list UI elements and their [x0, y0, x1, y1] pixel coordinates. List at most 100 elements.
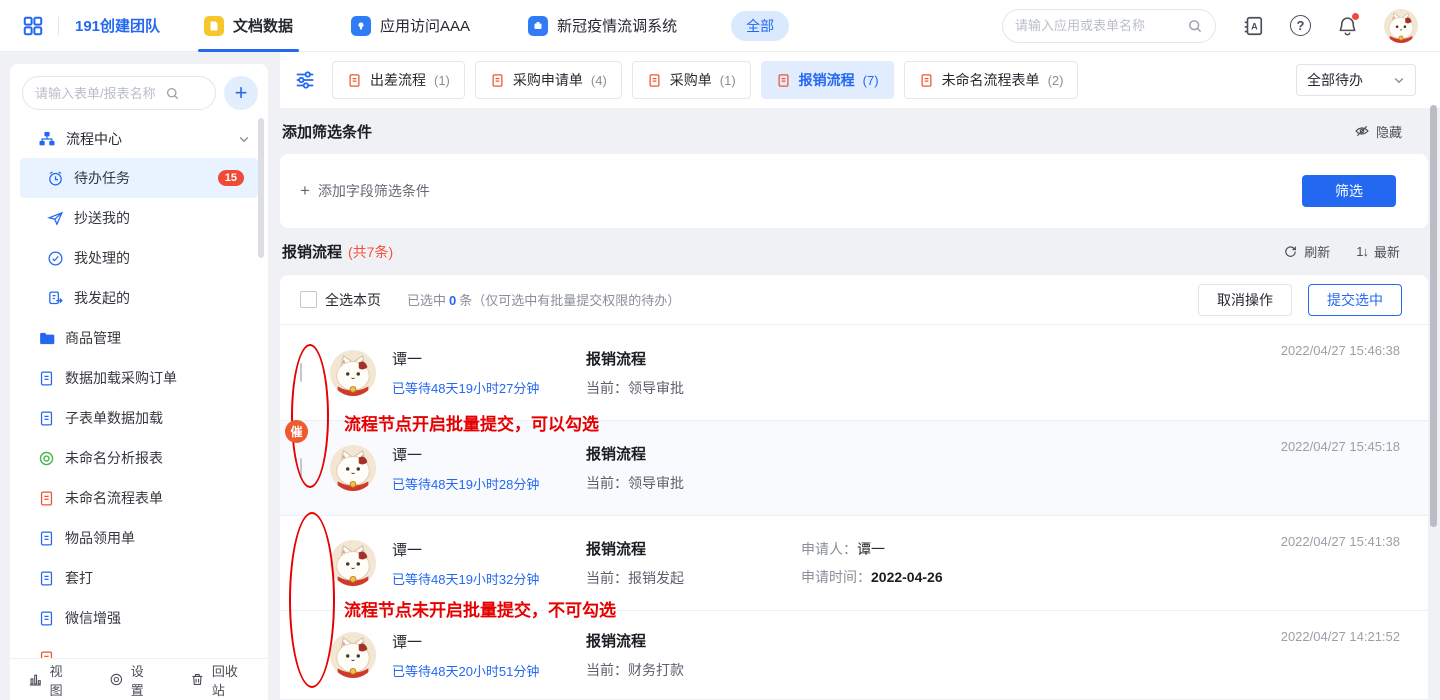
- assignee-name: 谭一: [392, 631, 586, 652]
- doc-send-icon: [47, 290, 64, 307]
- paper-plane-icon: [47, 210, 64, 227]
- sidebar-item-product-mgmt[interactable]: 商品管理: [10, 318, 268, 358]
- refresh-button[interactable]: 刷新: [1283, 242, 1330, 261]
- main-scrollbar[interactable]: [1430, 105, 1437, 527]
- row-timestamp: 2022/04/27 15:41:38: [1281, 534, 1400, 549]
- process-name: 报销流程: [586, 538, 801, 559]
- tab-unnamed-process-form[interactable]: 未命名流程表单 (2): [904, 61, 1079, 99]
- sidebar-item-wechat-enhance[interactable]: 微信增强: [10, 598, 268, 638]
- tab-reimbursement[interactable]: 报销流程 (7): [761, 61, 894, 99]
- target-report-icon: [38, 450, 55, 467]
- submit-selected-button[interactable]: 提交选中: [1308, 284, 1402, 316]
- clock-icon: [47, 170, 64, 187]
- avatar: [330, 445, 376, 491]
- form-doc-icon: [38, 610, 55, 627]
- app-tab-covid[interactable]: 新冠疫情流调系统: [528, 0, 677, 52]
- todo-count-badge: 15: [218, 170, 244, 186]
- task-row[interactable]: 谭一 已等待48天20小时51分钟 报销流程 当前：财务打款 2022/04/2…: [280, 610, 1428, 700]
- sidebar-item-label: 我处理的: [74, 248, 130, 268]
- avatar: [330, 350, 376, 396]
- global-search[interactable]: [1002, 9, 1216, 43]
- sort-latest-button[interactable]: 1↓ 最新: [1356, 242, 1400, 261]
- sidebar-item-data-load-po[interactable]: 数据加载采购订单: [10, 358, 268, 398]
- list-count: (共7条): [348, 242, 393, 262]
- add-form-button[interactable]: +: [224, 76, 258, 110]
- select-all-checkbox[interactable]: [300, 291, 317, 308]
- apply-time-value: 2022-04-26: [871, 569, 943, 585]
- sidebar-item-unnamed-process-form[interactable]: 未命名流程表单: [10, 478, 268, 518]
- task-row[interactable]: 谭一 已等待48天19小时32分钟 报销流程 当前：报销发起 申请人：谭一 申请…: [280, 515, 1428, 610]
- sidebar-item-todo-tasks[interactable]: 待办任务 15: [20, 158, 258, 198]
- apps-grid-icon[interactable]: [22, 15, 44, 37]
- row-checkbox[interactable]: [300, 458, 302, 477]
- tab-count: (1): [720, 73, 736, 88]
- box-app-icon: [528, 16, 548, 36]
- sidebar-item-label: 物品领用单: [65, 528, 135, 548]
- sidebar-item-handled-by-me[interactable]: 我处理的: [20, 238, 258, 278]
- task-row[interactable]: 谭一 已等待48天19小时28分钟 报销流程 当前：领导审批 2022/04/2…: [280, 420, 1428, 515]
- assignee-name: 谭一: [392, 539, 586, 560]
- cancel-action-button[interactable]: 取消操作: [1198, 284, 1292, 316]
- sidebar-item-supplies-form[interactable]: 物品领用单: [10, 518, 268, 558]
- address-book-icon[interactable]: A: [1242, 15, 1264, 37]
- sidebar-group-process-center[interactable]: 流程中心: [10, 120, 268, 158]
- divider: [58, 17, 59, 35]
- sidebar-item-label: 抄送我的: [74, 208, 130, 228]
- urge-badge[interactable]: 催: [285, 420, 308, 443]
- tab-purchase-order[interactable]: 采购单 (1): [632, 61, 751, 99]
- recycle-bin-button[interactable]: 回收站: [190, 661, 250, 699]
- tab-label: 未命名流程表单: [942, 70, 1040, 90]
- add-filter-field-button[interactable]: + 添加字段筛选条件: [300, 181, 430, 201]
- help-icon[interactable]: ?: [1290, 15, 1311, 36]
- all-apps-pill[interactable]: 全部: [731, 11, 789, 41]
- hide-filters-link[interactable]: 隐藏: [1354, 122, 1402, 141]
- plus-icon: +: [300, 181, 310, 201]
- tab-count: (7): [863, 73, 879, 88]
- sidebar-item-started-by-me[interactable]: 我发起的: [20, 278, 258, 318]
- tab-business-trip[interactable]: 出差流程 (1): [332, 61, 465, 99]
- sort-icon: 1↓: [1356, 244, 1368, 259]
- folder-icon: [38, 330, 55, 347]
- notification-bell-icon[interactable]: [1337, 15, 1358, 37]
- settings-button[interactable]: 设置: [109, 661, 156, 699]
- scope-value: 全部待办: [1307, 70, 1393, 90]
- hide-label: 隐藏: [1376, 122, 1402, 141]
- form-doc-icon: [38, 570, 55, 587]
- tab-purchase-request[interactable]: 采购申请单 (4): [475, 61, 622, 99]
- current-node: 当前：报销发起: [586, 568, 801, 588]
- task-row[interactable]: 谭一 已等待48天19小时27分钟 报销流程 当前：领导审批 2022/04/2…: [280, 325, 1428, 420]
- sidebar-search[interactable]: [22, 76, 216, 110]
- row-timestamp: 2022/04/27 14:21:52: [1281, 629, 1400, 644]
- org-chart-icon: [38, 130, 56, 148]
- sidebar-item-label: 微信增强: [65, 608, 121, 628]
- check-circle-icon: [47, 250, 64, 267]
- sidebar-item-label: 我发起的: [74, 288, 130, 308]
- views-button[interactable]: 视图: [28, 661, 75, 699]
- sidebar-item-subform-data-load[interactable]: 子表单数据加载: [10, 398, 268, 438]
- filter-card: + 添加字段筛选条件 筛选: [280, 154, 1428, 228]
- global-search-input[interactable]: [1015, 18, 1187, 33]
- user-avatar[interactable]: [1384, 9, 1418, 43]
- sidebar-item-cc-to-me[interactable]: 抄送我的: [20, 198, 258, 238]
- sidebar-scrollbar[interactable]: [258, 118, 264, 258]
- sidebar: + 流程中心 待办任务 15 抄送我的: [10, 64, 268, 700]
- row-timestamp: 2022/04/27 15:45:18: [1281, 439, 1400, 454]
- app-tab-docs[interactable]: 文档数据: [204, 0, 293, 52]
- todo-scope-select[interactable]: 全部待办: [1296, 64, 1416, 96]
- filter-toggle-icon[interactable]: [294, 69, 316, 91]
- main-area: 出差流程 (1) 采购申请单 (4) 采购单 (1) 报销流程 (7) 未命名流…: [280, 52, 1440, 700]
- sidebar-search-input[interactable]: [35, 86, 165, 101]
- tab-label: 出差流程: [370, 70, 426, 90]
- tab-label: 报销流程: [799, 70, 855, 90]
- filter-section-header: 添加筛选条件 隐藏: [280, 108, 1440, 154]
- team-name[interactable]: 191创建团队: [75, 15, 160, 36]
- sidebar-item-print-template[interactable]: 套打: [10, 558, 268, 598]
- apply-filter-button[interactable]: 筛选: [1302, 175, 1396, 207]
- search-icon: [1187, 18, 1203, 34]
- app-tab-access[interactable]: 应用访问AAA: [351, 0, 470, 52]
- eye-off-icon: [1354, 123, 1370, 139]
- sidebar-item-unnamed-report[interactable]: 未命名分析报表: [10, 438, 268, 478]
- sidebar-item-label: 未命名分析报表: [65, 448, 163, 468]
- row-checkbox[interactable]: [300, 363, 302, 382]
- svg-text:A: A: [1251, 21, 1258, 31]
